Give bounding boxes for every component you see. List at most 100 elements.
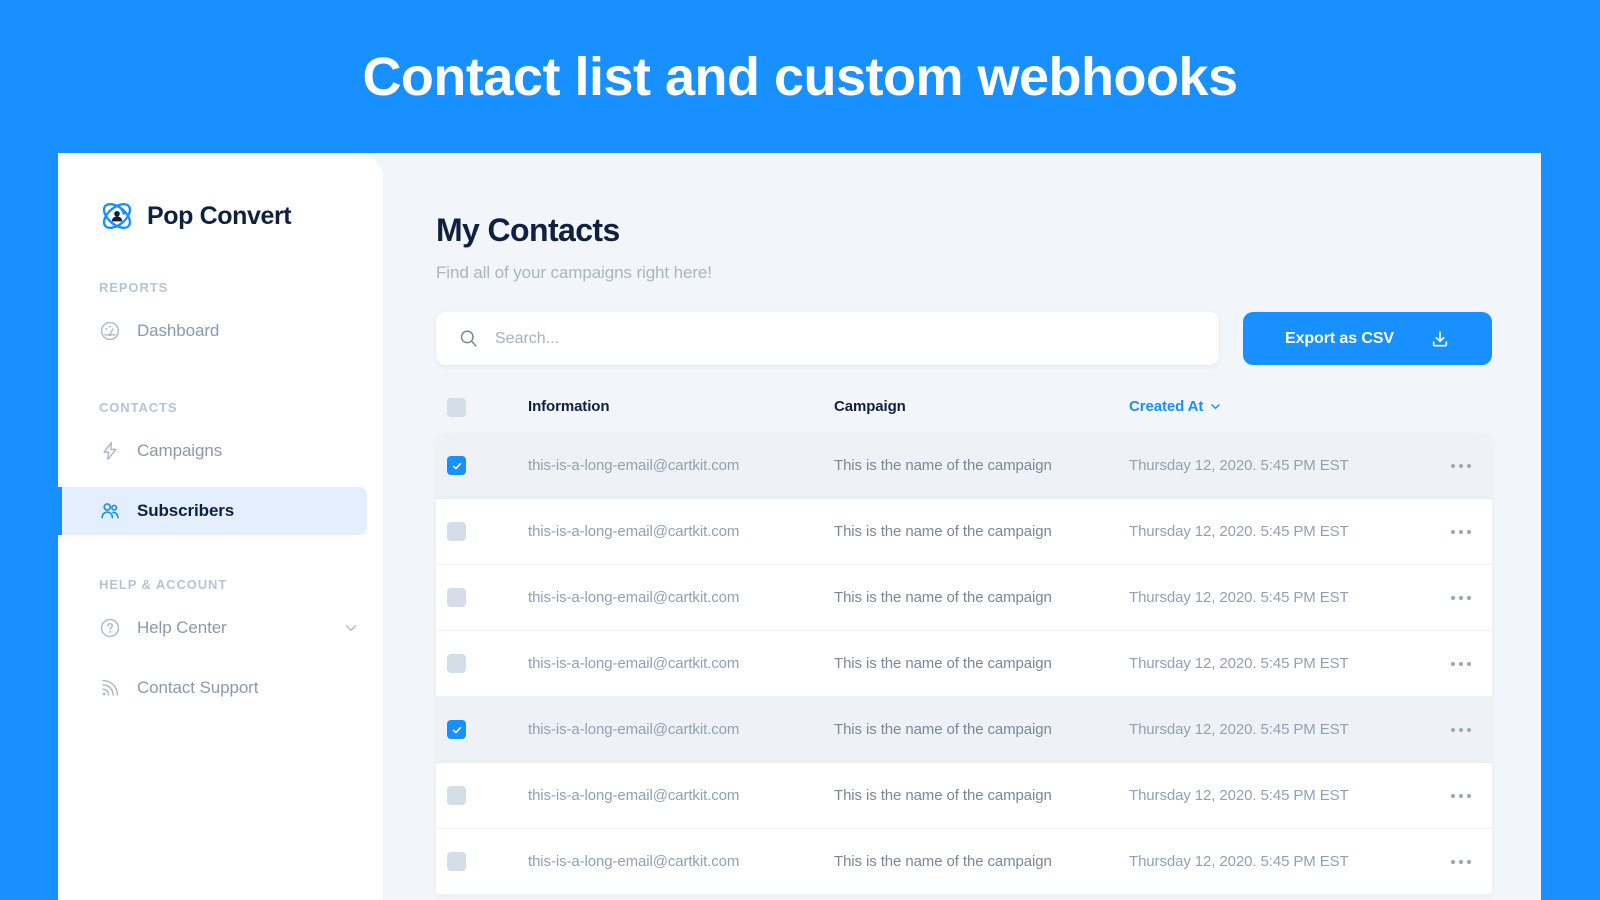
- page-subtitle: Find all of your campaigns right here!: [436, 263, 712, 282]
- table-cell-campaign: This is the name of the campaign: [834, 853, 1052, 870]
- row-menu-ellipsis-icon[interactable]: [1451, 859, 1471, 864]
- row-checkbox[interactable]: [447, 588, 466, 607]
- row-checkbox[interactable]: [447, 654, 466, 673]
- sidebar-item-label: Campaigns: [137, 441, 223, 460]
- row-menu-ellipsis-icon[interactable]: [1451, 595, 1471, 600]
- table-header-cell-select: [447, 397, 528, 417]
- table-cell-information: this-is-a-long-email@cartkit.com: [528, 853, 740, 870]
- table-header-cell-created-at[interactable]: Created At: [1129, 398, 1430, 416]
- sidebar-item-subscribers[interactable]: Subscribers: [58, 487, 367, 535]
- table-cell-actions: [1430, 529, 1492, 534]
- table-cell-created-at: Thursday 12, 2020. 5:45 PM EST: [1129, 655, 1349, 672]
- check-icon: [452, 726, 461, 733]
- table-cell-actions: [1430, 595, 1492, 600]
- nav-section-label-contacts: CONTACTS: [99, 400, 178, 415]
- table-cell-actions: [1430, 661, 1492, 666]
- row-checkbox[interactable]: [447, 852, 466, 871]
- row-checkbox[interactable]: [447, 786, 466, 805]
- table-row[interactable]: this-is-a-long-email@cartkit.com This is…: [436, 433, 1492, 499]
- search-box[interactable]: [436, 312, 1219, 365]
- table-cell-information: this-is-a-long-email@cartkit.com: [528, 589, 740, 606]
- brand-name: Pop Convert: [147, 201, 292, 230]
- chevron-down-icon: [1211, 404, 1221, 410]
- gauge-icon: [100, 321, 120, 341]
- promo-banner: Contact list and custom webhooks: [0, 0, 1600, 153]
- table-row[interactable]: this-is-a-long-email@cartkit.com This is…: [436, 631, 1492, 697]
- export-csv-button[interactable]: Export as CSV: [1243, 312, 1492, 365]
- toolbar: Export as CSV: [436, 312, 1492, 365]
- table-cell-campaign: This is the name of the campaign: [834, 523, 1052, 540]
- sidebar-item-label: Help Center: [137, 618, 227, 637]
- sidebar-item-label: Contact Support: [137, 678, 259, 697]
- sidebar-item-campaigns[interactable]: Campaigns: [58, 427, 383, 475]
- table-cell-campaign: This is the name of the campaign: [834, 655, 1052, 672]
- table-cell-campaign: This is the name of the campaign: [834, 589, 1052, 606]
- table-cell-actions: [1430, 727, 1492, 732]
- table-cell-created-at: Thursday 12, 2020. 5:45 PM EST: [1129, 523, 1349, 540]
- row-menu-ellipsis-icon[interactable]: [1451, 529, 1471, 534]
- table-cell-created-at: Thursday 12, 2020. 5:45 PM EST: [1129, 457, 1349, 474]
- table-header-cell-campaign: Campaign: [834, 398, 906, 415]
- contacts-table: this-is-a-long-email@cartkit.com This is…: [436, 433, 1492, 895]
- table-cell-actions: [1430, 859, 1492, 864]
- select-all-checkbox[interactable]: [447, 397, 466, 417]
- row-menu-ellipsis-icon[interactable]: [1451, 463, 1471, 468]
- table-cell-select: [447, 654, 528, 673]
- lightning-bolt-icon: [103, 441, 117, 461]
- table-row[interactable]: this-is-a-long-email@cartkit.com This is…: [436, 697, 1492, 763]
- table-cell-created-at: Thursday 12, 2020. 5:45 PM EST: [1129, 787, 1349, 804]
- sort-created-at-button[interactable]: Created At: [1129, 398, 1222, 415]
- table-cell-information: this-is-a-long-email@cartkit.com: [528, 523, 740, 540]
- search-input[interactable]: [495, 329, 1197, 348]
- sidebar-item-help-center[interactable]: Help Center: [58, 604, 383, 652]
- sort-created-at-label: Created At: [1129, 398, 1204, 415]
- banner-title: Contact list and custom webhooks: [362, 46, 1238, 107]
- table-cell-actions: [1430, 463, 1492, 468]
- row-checkbox[interactable]: [447, 720, 466, 739]
- table-row[interactable]: this-is-a-long-email@cartkit.com This is…: [436, 763, 1492, 829]
- signal-waves-icon: [102, 679, 119, 696]
- question-circle-icon: [100, 618, 120, 638]
- table-cell-campaign: This is the name of the campaign: [834, 787, 1052, 804]
- table-cell-created-at: Thursday 12, 2020. 5:45 PM EST: [1129, 853, 1349, 870]
- table-header-row: Information Campaign Created At: [436, 396, 1492, 418]
- table-row[interactable]: this-is-a-long-email@cartkit.com This is…: [436, 829, 1492, 895]
- row-menu-ellipsis-icon[interactable]: [1451, 661, 1471, 666]
- table-cell-select: [447, 456, 528, 475]
- page-title: My Contacts: [436, 212, 620, 248]
- export-csv-label: Export as CSV: [1285, 329, 1394, 347]
- sidebar: Pop Convert REPORTS Dashboard CONTACTS C…: [58, 153, 383, 900]
- table-header-cell-information: Information: [528, 398, 610, 415]
- table-cell-select: [447, 522, 528, 541]
- table-cell-information: this-is-a-long-email@cartkit.com: [528, 721, 740, 738]
- sidebar-item-contact-support[interactable]: Contact Support: [58, 664, 383, 712]
- table-row[interactable]: this-is-a-long-email@cartkit.com This is…: [436, 565, 1492, 631]
- table-cell-created-at: Thursday 12, 2020. 5:45 PM EST: [1129, 721, 1349, 738]
- table-cell-campaign: This is the name of the campaign: [834, 721, 1052, 738]
- search-icon: [460, 330, 477, 347]
- chevron-down-icon[interactable]: [343, 620, 359, 636]
- table-cell-select: [447, 588, 528, 607]
- table-row[interactable]: this-is-a-long-email@cartkit.com This is…: [436, 499, 1492, 565]
- sidebar-item-label: Dashboard: [137, 321, 220, 340]
- pop-convert-atom-logo-icon: [102, 203, 132, 229]
- row-checkbox[interactable]: [447, 522, 466, 541]
- nav-section-label-reports: REPORTS: [99, 280, 169, 295]
- row-menu-ellipsis-icon[interactable]: [1451, 793, 1471, 798]
- sidebar-item-dashboard[interactable]: Dashboard: [58, 307, 383, 355]
- table-cell-information: this-is-a-long-email@cartkit.com: [528, 787, 740, 804]
- table-cell-campaign: This is the name of the campaign: [834, 457, 1052, 474]
- nav-section-label-help-account: HELP & ACCOUNT: [99, 577, 228, 592]
- brand[interactable]: Pop Convert: [58, 194, 383, 238]
- users-icon: [101, 503, 119, 519]
- check-icon: [452, 462, 461, 469]
- row-checkbox[interactable]: [447, 456, 466, 475]
- table-cell-select: [447, 852, 528, 871]
- app-window: Pop Convert REPORTS Dashboard CONTACTS C…: [58, 153, 1541, 900]
- table-cell-information: this-is-a-long-email@cartkit.com: [528, 457, 740, 474]
- main-content: My Contacts Find all of your campaigns r…: [383, 153, 1541, 900]
- row-menu-ellipsis-icon[interactable]: [1451, 727, 1471, 732]
- table-cell-select: [447, 720, 528, 739]
- table-cell-created-at: Thursday 12, 2020. 5:45 PM EST: [1129, 589, 1349, 606]
- table-cell-select: [447, 786, 528, 805]
